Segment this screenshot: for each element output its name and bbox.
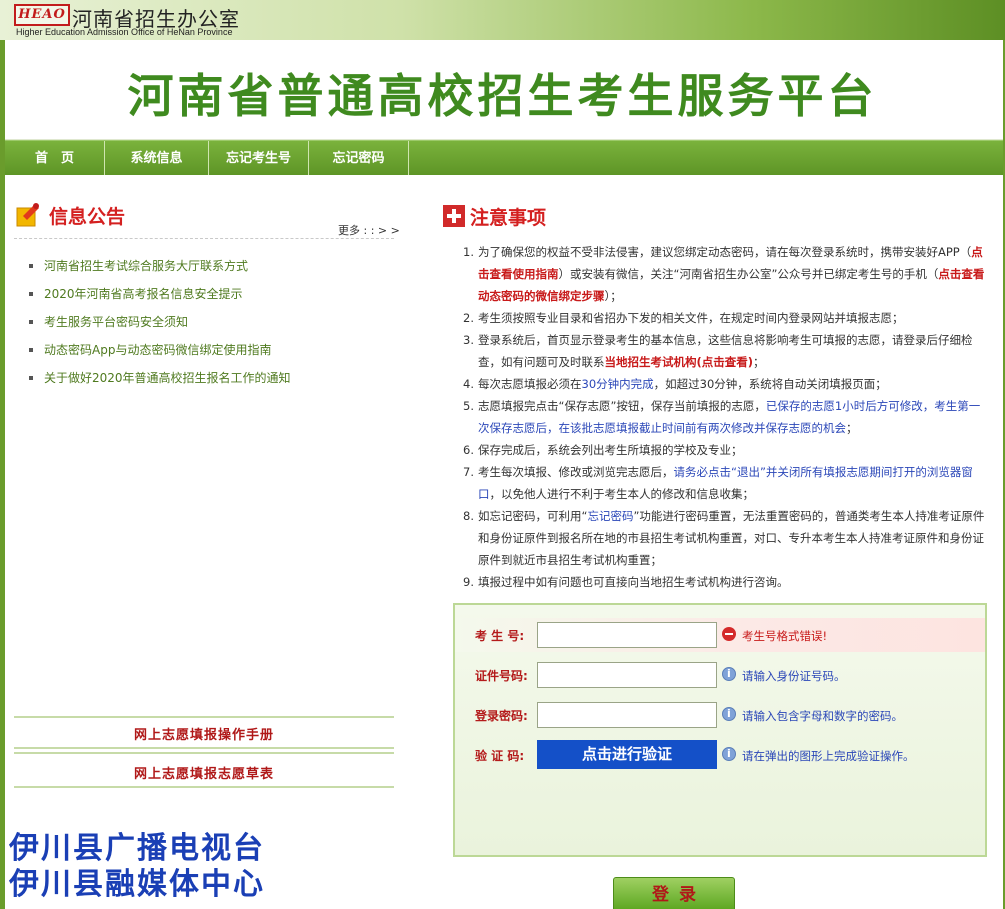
notice-title: 信息公告 — [49, 206, 126, 228]
heao-logo: HEAO — [14, 4, 70, 26]
forgot-password-link[interactable]: 忘记密码 — [587, 509, 633, 523]
exam-number-error: 考生号格式错误! — [742, 629, 828, 643]
list-item[interactable]: 关于做好2020年普通高校招生报名工作的通知 — [27, 369, 291, 397]
local-office-link[interactable]: 当地招生考试机构(点击查看) — [605, 355, 754, 369]
rule-text: ； — [753, 355, 765, 369]
notice-pin-icon — [16, 203, 39, 227]
id-number-row: 证件号码: 请输入身份证号码。 — [455, 658, 985, 692]
rule-text: ）或安装有微信，关注“河南省招生办公室”公众号并已绑定考生号的手机（ — [558, 267, 939, 281]
info-icon — [722, 707, 736, 721]
password-input[interactable] — [537, 702, 717, 728]
captcha-hint: 请在弹出的图形上完成验证操作。 — [742, 749, 915, 763]
list-item[interactable]: 2020年河南省高考报名信息安全提示 — [27, 285, 291, 313]
attention-list: 1. 为了确保您的权益不受非法侵害，建议您绑定动态密码，请在每次登录系统时，携带… — [463, 241, 985, 593]
item-number: 3. — [463, 333, 474, 347]
item-number: 4. — [463, 377, 474, 391]
list-item: 7. 考生每次填报、修改或浏览完志愿后，请务必点击“退出”并关闭所有填报志愿期间… — [463, 461, 985, 505]
list-item: 6. 保存完成后，系统会列出考生所填报的学校及专业； — [463, 439, 985, 461]
login-button[interactable]: 登录 — [613, 877, 735, 909]
platform-title: 河南省普通高校招生考生服务平台 — [127, 69, 878, 123]
draft-form-link[interactable]: 网上志愿填报志愿草表 — [14, 763, 394, 782]
rule-text: ）； — [604, 289, 622, 303]
item-number: 2. — [463, 311, 474, 325]
captcha-row: 验 证 码: 点击进行验证 请在弹出的图形上完成验证操作。 — [455, 738, 985, 772]
rule-text: 考生须按照专业目录和省招办下发的相关文件，在规定时间内登录网站并填报志愿； — [478, 311, 904, 325]
list-item: 4. 每次志愿填报必须在30分钟内完成，如超过30分钟，系统将自动关闭填报页面； — [463, 373, 985, 395]
item-number: 1. — [463, 245, 474, 259]
password-hint: 请输入包含字母和数字的密码。 — [742, 709, 903, 723]
item-number: 6. — [463, 443, 474, 457]
rule-text: 如忘记密码，可利用“ — [478, 509, 588, 523]
captcha-label: 验 证 码: — [475, 749, 525, 763]
main-content: 信息公告 更多 : : > > 河南省招生考试综合服务大厅联系方式 2020年河… — [5, 175, 1003, 909]
info-icon — [722, 747, 736, 761]
rule-text: 保存完成后，系统会列出考生所填报的学校及专业； — [478, 443, 743, 457]
list-item[interactable]: 河南省招生考试综合服务大厅联系方式 — [27, 257, 291, 285]
more-link[interactable]: 更多 : : > > — [338, 222, 400, 238]
divider — [14, 747, 394, 749]
rule-text: ； — [846, 421, 858, 435]
rule-text: 志愿填报完点击“保存志愿”按钮，保存当前填报的志愿， — [478, 399, 766, 413]
divider — [14, 716, 394, 718]
item-number: 8. — [463, 509, 474, 523]
id-number-label: 证件号码: — [475, 669, 528, 683]
id-number-hint: 请输入身份证号码。 — [742, 669, 846, 683]
manual-links: 网上志愿填报操作手册 网上志愿填报志愿草表 — [14, 716, 394, 788]
list-item[interactable]: 动态密码App与动态密码微信绑定使用指南 — [27, 341, 291, 369]
nav-system-info[interactable]: 系统信息 — [105, 141, 209, 176]
watermark-line: 伊川县融媒体中心 — [9, 867, 265, 902]
item-number: 9. — [463, 575, 474, 589]
exam-number-row: 考 生 号: 考生号格式错误! — [455, 618, 985, 652]
divider — [14, 238, 394, 239]
exam-number-label: 考 生 号: — [475, 629, 525, 643]
top-bar: HEAO 河南省招生办公室 Higher Education Admission… — [0, 0, 1005, 40]
exam-number-input[interactable] — [537, 622, 717, 648]
list-item: 1. 为了确保您的权益不受非法侵害，建议您绑定动态密码，请在每次登录系统时，携带… — [463, 241, 985, 307]
nav-forgot-password[interactable]: 忘记密码 — [309, 141, 409, 176]
id-number-input[interactable] — [537, 662, 717, 688]
password-row: 登录密码: 请输入包含字母和数字的密码。 — [455, 698, 985, 732]
main-nav: 首 页 系统信息 忘记考生号 忘记密码 — [5, 140, 1003, 176]
banner: 河南省普通高校招生考生服务平台 — [5, 40, 1003, 140]
rule-text: 每次志愿填报必须在 — [478, 377, 582, 391]
rule-text: 为了确保您的权益不受非法侵害，建议您绑定动态密码，请在每次登录系统时，携带安装好… — [478, 245, 972, 259]
rule-text: 考生每次填报、修改或浏览完志愿后， — [478, 465, 674, 479]
divider — [14, 786, 394, 788]
watermark-line: 伊川县广播电视台 — [9, 831, 265, 866]
notice-list: 河南省招生考试综合服务大厅联系方式 2020年河南省高考报名信息安全提示 考生服… — [27, 257, 291, 397]
info-icon — [722, 667, 736, 681]
rule-emphasis: 30分钟内完成 — [581, 377, 654, 391]
list-item: 3. 登录系统后，首页显示登录考生的基本信息，这些信息将影响考生可填报的志愿，请… — [463, 329, 985, 373]
operation-manual-link[interactable]: 网上志愿填报操作手册 — [14, 724, 394, 743]
list-item: 9. 填报过程中如有问题也可直接向当地招生考试机构进行咨询。 — [463, 571, 985, 593]
office-english-name: Higher Education Admission Office of HeN… — [16, 27, 233, 37]
list-item: 2. 考生须按照专业目录和省招办下发的相关文件，在规定时间内登录网站并填报志愿； — [463, 307, 985, 329]
list-item: 5. 志愿填报完点击“保存志愿”按钮，保存当前填报的志愿，已保存的志愿1小时后方… — [463, 395, 985, 439]
error-icon — [722, 627, 736, 641]
nav-forgot-exam-number[interactable]: 忘记考生号 — [209, 141, 309, 176]
divider — [14, 752, 394, 754]
plus-icon — [443, 205, 465, 227]
list-item[interactable]: 考生服务平台密码安全须知 — [27, 313, 291, 341]
item-number: 7. — [463, 465, 474, 479]
nav-home[interactable]: 首 页 — [5, 141, 105, 176]
item-number: 5. — [463, 399, 474, 413]
rule-text: ，以免他人进行不利于考生本人的修改和信息收集； — [489, 487, 755, 501]
broadcaster-watermark: 伊川县广播电视台 伊川县融媒体中心 — [9, 831, 265, 903]
attention-title: 注意事项 — [470, 207, 547, 229]
login-form: 考 生 号: 考生号格式错误! 证件号码: 请输入身份证号码。 登录密码: 请输… — [453, 603, 987, 857]
captcha-verify-button[interactable]: 点击进行验证 — [537, 740, 717, 769]
password-label: 登录密码: — [475, 709, 528, 723]
rule-text: 填报过程中如有问题也可直接向当地招生考试机构进行咨询。 — [478, 575, 789, 589]
list-item: 8. 如忘记密码，可利用“忘记密码”功能进行密码重置，无法重置密码的，普通类考生… — [463, 505, 985, 571]
rule-text: ，如超过30分钟，系统将自动关闭填报页面； — [653, 377, 887, 391]
